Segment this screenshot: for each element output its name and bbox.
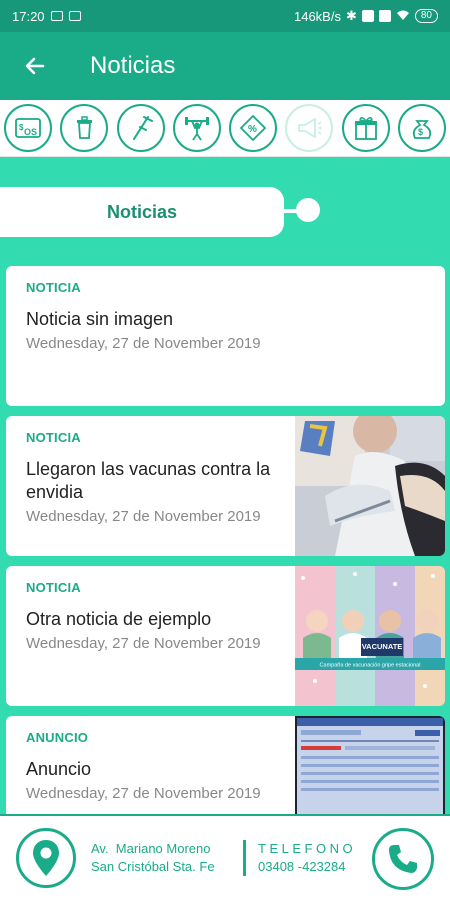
address-block[interactable]: Av. Mariano Moreno San Cristóbal Sta. Fe xyxy=(91,840,215,876)
status-time: 17:20 xyxy=(12,8,45,24)
card-content: ANUNCIO Anuncio Wednesday, 27 de Novembe… xyxy=(26,730,286,804)
signal-icon xyxy=(361,10,374,22)
poster-badge: VACUNATE xyxy=(362,642,403,651)
address-line-1: Av. Mariano Moreno xyxy=(91,841,211,856)
signal-2-icon xyxy=(378,10,391,22)
news-card[interactable]: NOTICIA Otra noticia de ejemplo Wednesda… xyxy=(6,566,445,706)
youtube-notification-icon xyxy=(50,11,63,21)
address-line-2: San Cristóbal Sta. Fe xyxy=(91,859,215,874)
phone-label: TELEFONO xyxy=(258,841,357,856)
arrow-left-icon xyxy=(25,57,45,75)
battery-icon: 80 xyxy=(414,9,438,23)
discount-tag-icon[interactable]: % xyxy=(229,104,278,152)
app-bar: Noticias xyxy=(0,32,450,100)
back-button[interactable] xyxy=(0,32,70,100)
location-button[interactable] xyxy=(16,828,76,888)
section-title: Noticias xyxy=(106,201,178,222)
bluetooth-icon: ✱ xyxy=(345,8,357,23)
card-type: NOTICIA xyxy=(26,580,81,595)
card-content: NOTICIA Otra noticia de ejemplo Wednesda… xyxy=(26,580,286,654)
trash-bin-icon[interactable] xyxy=(60,104,109,152)
screen-photo xyxy=(295,716,445,814)
news-card[interactable]: NOTICIA Llegaron las vacunas contra la e… xyxy=(6,416,445,556)
card-date: Wednesday, 27 de November 2019 xyxy=(26,508,261,525)
wifi-icon xyxy=(396,9,410,24)
status-left: 17:20 xyxy=(12,9,81,24)
phone-icon xyxy=(389,845,417,873)
gift-icon[interactable] xyxy=(341,104,390,152)
news-card[interactable]: ANUNCIO Anuncio Wednesday, 27 de Novembe… xyxy=(6,716,445,814)
svg-text:$: $ xyxy=(418,127,423,137)
insurance-card-icon[interactable]: $ OS xyxy=(4,104,52,152)
category-strip: $ OS % $ xyxy=(0,100,450,157)
location-pin-icon xyxy=(33,840,59,876)
vaccination-campaign-poster: VACUNATE Campaña de vacunación gripe est… xyxy=(295,566,445,706)
vaccination-photo xyxy=(295,416,445,556)
card-title: Otra noticia de ejemplo xyxy=(26,609,212,629)
news-card[interactable]: NOTICIA Noticia sin imagen Wednesday, 27… xyxy=(6,266,445,406)
card-date: Wednesday, 27 de November 2019 xyxy=(26,785,261,802)
footer: Av. Mariano Moreno San Cristóbal Sta. Fe… xyxy=(0,814,450,900)
svg-text:%: % xyxy=(248,124,257,135)
crutch-icon[interactable] xyxy=(116,104,165,152)
megaphone-icon[interactable] xyxy=(285,104,334,152)
status-bar: 17:20 146kB/s ✱ 80 xyxy=(0,0,450,32)
card-title: Anuncio xyxy=(26,759,92,779)
footer-divider xyxy=(243,840,246,876)
poster-subtitle: Campaña de vacunación gripe estacional xyxy=(320,663,421,669)
news-feed[interactable]: NOTICIA Noticia sin imagen Wednesday, 27… xyxy=(0,266,450,814)
section-header: Noticias xyxy=(0,187,284,237)
card-title: Llegaron las vacunas contra la envidia xyxy=(26,459,271,502)
phone-number: 03408 -423284 xyxy=(258,859,346,874)
card-type: ANUNCIO xyxy=(26,730,89,745)
card-content: NOTICIA Noticia sin imagen Wednesday, 27… xyxy=(26,280,426,354)
card-type: NOTICIA xyxy=(26,430,81,445)
svg-text:OS: OS xyxy=(24,127,37,137)
page-title: Noticias xyxy=(90,52,176,79)
card-date: Wednesday, 27 de November 2019 xyxy=(26,635,261,652)
network-speed: 146kB/s xyxy=(293,8,341,24)
call-button[interactable] xyxy=(372,828,434,890)
weightlifter-icon[interactable] xyxy=(172,104,221,152)
money-bag-icon[interactable]: $ xyxy=(397,104,446,152)
phone-block[interactable]: TELEFONO 03408 -423284 xyxy=(258,840,356,876)
card-type: NOTICIA xyxy=(26,280,81,295)
status-right: 146kB/s ✱ 80 xyxy=(294,8,438,24)
gmail-notification-icon xyxy=(68,11,81,21)
card-title: Noticia sin imagen xyxy=(26,309,174,329)
section-dot xyxy=(296,198,320,222)
card-date: Wednesday, 27 de November 2019 xyxy=(26,335,261,352)
card-content: NOTICIA Llegaron las vacunas contra la e… xyxy=(26,430,286,527)
